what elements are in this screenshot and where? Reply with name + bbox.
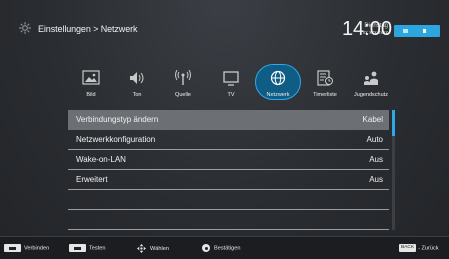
speaker-icon [130, 72, 144, 84]
antenna-icon [175, 70, 191, 85]
tab-jugendschutz[interactable]: Jugendschutz [348, 66, 394, 104]
green-key-icon [69, 244, 86, 252]
back-key-icon: BACK [399, 244, 417, 252]
list-item-empty [68, 210, 389, 230]
hint-label: Verbinden [24, 245, 50, 252]
footer-hints: Verbinden Testen Wählen Bestätigen BACK -… [0, 236, 449, 259]
settings-list: Verbindungstyp ändern Kabel Netzwerkkonf… [68, 110, 389, 230]
setting-value: Aus [369, 175, 383, 184]
hint-connect[interactable]: Verbinden [4, 244, 49, 252]
setting-name: Erweitert [76, 175, 108, 184]
hint-label: Testen [89, 245, 106, 252]
tab-label: Bild [86, 92, 96, 98]
hint-label: Wählen [150, 245, 169, 252]
tab-label: Jugendschutz [354, 92, 388, 98]
clock: 14:00 [341, 18, 392, 40]
setting-value: Auto [366, 135, 383, 144]
setting-value: Kabel [362, 115, 383, 124]
hint-label: Bestätigen [214, 245, 241, 252]
red-key-icon [4, 244, 21, 252]
hint-label: - Zurück [418, 245, 439, 252]
list-item-erweitert[interactable]: Erweitert Aus [68, 170, 389, 190]
setting-value: Aus [369, 155, 383, 164]
hint-select[interactable]: Wählen [137, 244, 169, 253]
gear-icon [19, 22, 31, 34]
hint-back[interactable]: BACK - Zurück [399, 244, 439, 252]
setting-name: Wake-on-LAN [76, 155, 126, 164]
hint-test[interactable]: Testen [69, 244, 105, 252]
tab-ton[interactable]: Ton [114, 66, 160, 104]
tab-label: TV [227, 92, 235, 98]
tab-timerliste[interactable]: Timerliste [302, 66, 348, 104]
status-indicator [394, 25, 440, 37]
tab-quelle[interactable]: Quelle [160, 66, 206, 104]
header: Einstellungen > Netzwerk Dienstag xx xxx… [0, 0, 449, 60]
tv-icon [223, 71, 239, 86]
setting-name: Verbindungstyp ändern [76, 115, 159, 124]
list-item-wake-on-lan[interactable]: Wake-on-LAN Aus [68, 150, 389, 170]
tab-tv[interactable]: TV [208, 66, 254, 104]
tab-label: Quelle [175, 92, 191, 98]
category-tabs: Bild Ton Quelle TV Netzwerk Timerliste J… [68, 64, 394, 104]
picture-icon [82, 70, 100, 85]
list-item-netzwerkkonfiguration[interactable]: Netzwerkkonfiguration Auto [68, 130, 389, 150]
scrollbar-thumb[interactable] [392, 110, 395, 136]
tab-label: Netzwerk [266, 92, 290, 98]
list-item-verbindungstyp[interactable]: Verbindungstyp ändern Kabel [68, 110, 389, 130]
setting-name: Netzwerkkonfiguration [76, 135, 156, 144]
breadcrumb: Einstellungen > Netzwerk [38, 24, 138, 34]
list-item-empty [68, 190, 389, 210]
hint-confirm[interactable]: Bestätigen [202, 244, 240, 252]
tab-label: Ton [132, 92, 142, 98]
scrollbar-track[interactable] [392, 136, 395, 230]
tab-netzwerk[interactable]: Netzwerk [255, 64, 301, 104]
tab-label: Timerliste [313, 92, 337, 98]
parental-lock-icon [364, 71, 378, 85]
tab-bild[interactable]: Bild [68, 66, 114, 104]
dpad-icon [137, 244, 146, 253]
ok-button-icon [202, 244, 210, 252]
network-globe-icon [270, 70, 286, 86]
timer-list-icon [317, 70, 333, 86]
